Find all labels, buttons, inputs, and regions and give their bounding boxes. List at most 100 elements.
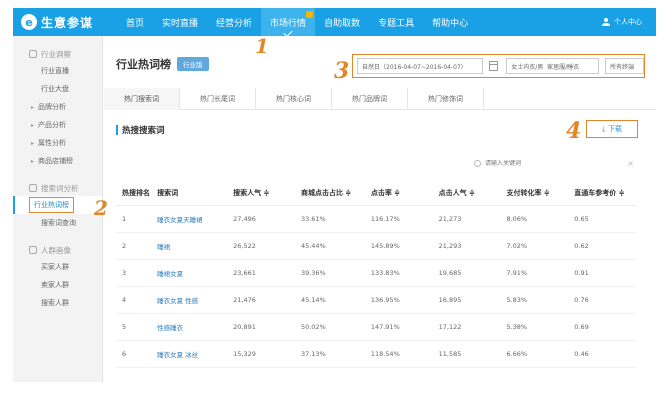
cell-value: 45.44% (300, 232, 371, 260)
cell-value: 17,122 (438, 313, 507, 341)
search-icon (474, 159, 481, 167)
sidebar-item-brand[interactable]: ▸ 品牌分析 (13, 98, 102, 116)
col-search-popularity[interactable]: 搜索人气 ≑ (233, 181, 301, 206)
sidebar-item-sellers[interactable]: 卖家人群 (13, 276, 102, 294)
sidebar-item-label: 产品分析 (38, 121, 67, 129)
date-range-picker[interactable]: 自然日（2016-04-07~2016-04-07） (357, 58, 483, 74)
nav-realtime[interactable]: 实时直播 (153, 8, 207, 36)
brand-logo[interactable]: e 生意参谋 (21, 14, 117, 31)
user-menu-label: 个人中心 (614, 18, 642, 26)
tab-modifier[interactable]: 热门修饰词 (408, 88, 484, 110)
main-content: 行业热词榜 行业版 自然日（2016-04-07~2016-04-07） 女士内… (104, 36, 656, 382)
chevron-right-icon: ▸ (31, 121, 35, 129)
sidebar-item-product[interactable]: ▸ 产品分析 (13, 116, 102, 134)
cell-value: 23,661 (233, 259, 301, 287)
nav-business-analysis[interactable]: 经营分析 (207, 8, 261, 36)
edition-badge: 行业版 (177, 57, 209, 71)
download-button[interactable]: ⤓ 下载 (586, 120, 638, 138)
cell-rank: 6 (116, 340, 158, 368)
industry-icon (29, 50, 37, 58)
cell-keyword[interactable]: 睡衣女夏 冰丝 (157, 340, 234, 368)
cell-value: 19,685 (438, 259, 507, 287)
sidebar-item-buyers[interactable]: 买家人群 (13, 258, 102, 276)
user-icon (602, 18, 610, 26)
table-row: 4 睡衣女夏 性感 21,476 45.14% 136.95% 16,895 5… (116, 286, 636, 314)
cell-rank: 1 (116, 205, 158, 233)
brand-name: 生意参谋 (41, 15, 94, 30)
cell-value: 0.91 (574, 259, 636, 287)
annotation-1: 1 (255, 34, 269, 58)
cell-rank: 5 (116, 313, 158, 341)
nav-help[interactable]: 帮助中心 (423, 8, 477, 36)
tab-long-tail[interactable]: 热门长尾词 (180, 88, 256, 110)
cell-keyword[interactable]: 睡裙 (157, 232, 234, 260)
cell-value: 26,522 (233, 232, 301, 260)
close-icon[interactable]: × (627, 159, 634, 168)
new-badge-icon (306, 11, 314, 18)
table-row: 2 睡裙 26,522 45.44% 145.89% 21,293 7.02% … (116, 232, 636, 260)
table-row: 6 睡衣女夏 冰丝 15,329 37.13% 118.54% 11,585 6… (116, 340, 636, 368)
cell-value: 0.76 (574, 286, 636, 314)
crowd-icon (29, 246, 37, 254)
cell-keyword[interactable]: 睡裙女夏 (157, 259, 234, 287)
cell-value: 136.95% (370, 286, 439, 314)
table-header-row: 热搜排名 搜索词 搜索人气 ≑ 商城点击占比 ≑ 点击率 ≑ 点击人气 ≑ 支付… (116, 181, 636, 206)
sidebar-item-hot-words[interactable]: 行业热词榜 (13, 196, 102, 214)
sidebar-item-label: 品牌分析 (38, 103, 67, 111)
sidebar-group-search: 搜索词分析 (13, 180, 102, 196)
cell-value: 21,273 (438, 205, 507, 233)
cell-value: 0.69 (574, 313, 636, 341)
cell-value: 21,293 (438, 232, 507, 260)
col-rank: 热搜排名 (116, 181, 158, 206)
terminal-select[interactable]: 所有终端 (605, 58, 644, 74)
col-conversion[interactable]: 支付转化率 ≑ (506, 181, 575, 206)
col-cpc[interactable]: 直通车参考价 ≑ (574, 181, 636, 206)
sidebar-item-label: 行业热词榜 (29, 197, 74, 213)
table-row: 1 睡衣女夏天睡裙 27,496 33.61% 116.17% 21,273 8… (116, 205, 636, 233)
sidebar-group-industry: 行业洞察 (13, 46, 102, 62)
tab-core[interactable]: 热门核心词 (256, 88, 332, 110)
cell-value: 39.36% (300, 259, 371, 287)
nav-self-service[interactable]: 自助取数 (315, 8, 369, 36)
cell-value: 5.38% (506, 313, 575, 341)
sidebar-item-store-rank[interactable]: ▸ 商品店铺榜 (13, 152, 102, 170)
sidebar-item-industry-live[interactable]: 行业直播 (13, 62, 102, 80)
cell-value: 6.66% (506, 340, 575, 368)
cell-value: 5.83% (506, 286, 575, 314)
category-select[interactable]: 女士内衣/男 家居服/睡衣 (506, 58, 600, 74)
tab-brand[interactable]: 热门品牌词 (332, 88, 408, 110)
chevron-right-icon: ▸ (31, 157, 35, 165)
sidebar: 行业洞察 行业直播 行业大盘 ▸ 品牌分析 ▸ 产品分析 ▸ 属性分析 ▸ 商品店铺榜 … (13, 36, 103, 382)
table-row: 5 性感睡衣 20,891 50.02% 147.91% 17,122 5.38… (116, 313, 636, 341)
search-analysis-icon (29, 184, 37, 192)
nav-home[interactable]: 首页 (117, 8, 153, 36)
annotation-2: 2 (94, 196, 108, 220)
cell-value: 27,496 (233, 205, 301, 233)
section-accent (116, 125, 118, 135)
tab-hot-search[interactable]: 热门搜索词 (104, 88, 180, 110)
cell-value: 45.14% (300, 286, 371, 314)
col-mall-click-share[interactable]: 商城点击占比 ≑ (300, 181, 371, 206)
cell-value: 133.83% (370, 259, 439, 287)
col-click-popularity[interactable]: 点击人气 ≑ (438, 181, 507, 206)
terminal-value: 所有终端 (610, 63, 635, 71)
sidebar-group-label: 搜索词分析 (41, 183, 79, 193)
cell-keyword[interactable]: 睡衣女夏天睡裙 (157, 205, 234, 233)
calendar-icon[interactable] (488, 61, 499, 71)
sidebar-item-attribute[interactable]: ▸ 属性分析 (13, 134, 102, 152)
sidebar-item-search-query[interactable]: 搜索词查询 (13, 214, 102, 232)
cell-value: 20,891 (233, 313, 301, 341)
section-header: 热搜搜索词 (116, 124, 165, 136)
user-menu[interactable]: 个人中心 (602, 17, 642, 27)
cell-keyword[interactable]: 睡衣女夏 性感 (157, 286, 234, 314)
nav-market[interactable]: 市场行情 (261, 8, 316, 38)
sidebar-item-industry-overview[interactable]: 行业大盘 (13, 80, 102, 98)
col-ctr[interactable]: 点击率 ≑ (370, 181, 439, 206)
cell-value: 7.91% (506, 259, 575, 287)
search-input[interactable] (484, 159, 604, 167)
sidebar-item-searchers[interactable]: 搜索人群 (13, 294, 102, 312)
cell-keyword[interactable]: 性感睡衣 (157, 313, 234, 341)
hot-words-table: 热搜排名 搜索词 搜索人气 ≑ 商城点击占比 ≑ 点击率 ≑ 点击人气 ≑ 支付… (116, 181, 636, 368)
cell-value: 116.17% (370, 205, 439, 233)
nav-tools[interactable]: 专题工具 (369, 8, 423, 36)
